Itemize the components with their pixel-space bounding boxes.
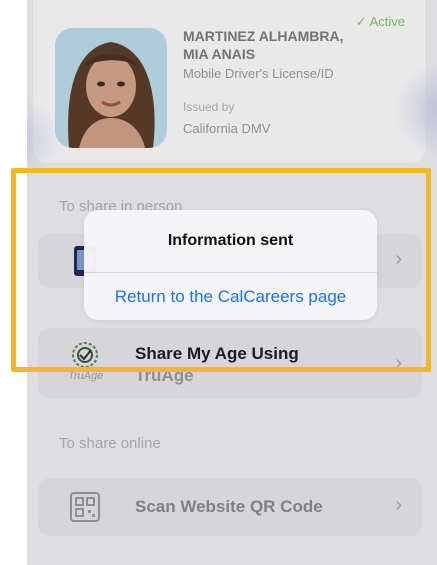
alert-divider xyxy=(84,272,377,273)
alert-title: Information sent xyxy=(167,232,294,249)
information-sent-alert: Information sent Return to the CalCareer… xyxy=(84,210,377,320)
return-to-calcareers-button[interactable]: Return to the CalCareers page xyxy=(84,287,377,307)
